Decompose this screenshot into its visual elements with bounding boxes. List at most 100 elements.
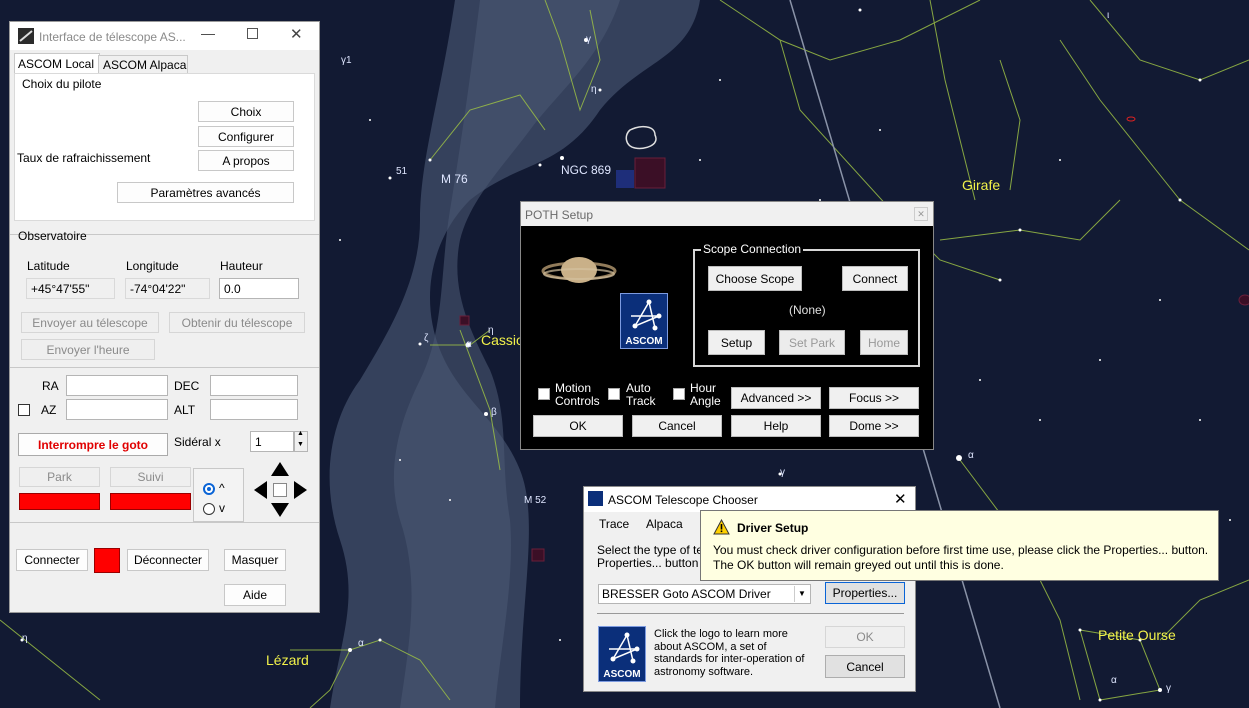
ascom-logo[interactable]: ASCOM bbox=[598, 626, 646, 682]
send-to-telescope-button[interactable]: Envoyer au télescope bbox=[21, 312, 159, 333]
refresh-rate-label: Taux de rafraichissement bbox=[17, 151, 151, 165]
tracking-status-indicator bbox=[110, 493, 191, 510]
get-from-telescope-button[interactable]: Obtenir du télescope bbox=[169, 312, 305, 333]
altaz-checkbox[interactable] bbox=[18, 404, 30, 416]
star-label: γ bbox=[586, 34, 591, 45]
move-north-arrow-icon[interactable] bbox=[271, 462, 289, 476]
maximize-icon[interactable] bbox=[247, 28, 258, 39]
poth-ok-button[interactable]: OK bbox=[533, 415, 623, 437]
divider bbox=[10, 522, 319, 523]
scope-connect-button[interactable]: Connect bbox=[842, 266, 908, 291]
divider bbox=[10, 367, 319, 368]
move-west-arrow-icon[interactable] bbox=[254, 481, 267, 499]
properties-button[interactable]: Properties... bbox=[825, 582, 905, 604]
connect-button[interactable]: Connecter bbox=[16, 549, 88, 571]
choose-scope-button[interactable]: Choose Scope bbox=[708, 266, 802, 291]
ascom-logo[interactable]: ASCOM bbox=[620, 293, 668, 349]
divider bbox=[597, 613, 904, 614]
minimize-icon[interactable]: — bbox=[201, 25, 215, 41]
alt-field[interactable] bbox=[210, 399, 298, 420]
advanced-settings-button[interactable]: Paramètres avancés bbox=[117, 182, 294, 203]
help-button[interactable]: Aide bbox=[224, 584, 286, 606]
poth-cancel-button[interactable]: Cancel bbox=[632, 415, 722, 437]
hour-angle-checkbox[interactable] bbox=[673, 388, 685, 400]
title-bar[interactable]: POTH Setup ✕ bbox=[521, 202, 933, 226]
altitude-field[interactable]: 0.0 bbox=[219, 278, 299, 299]
direction-group: ^ v bbox=[193, 468, 244, 522]
object-label-m76: M 76 bbox=[441, 172, 468, 186]
focus-button[interactable]: Focus >> bbox=[829, 387, 919, 409]
advanced-button[interactable]: Advanced >> bbox=[731, 387, 821, 409]
sidereal-spin-buttons[interactable]: ▲ ▼ bbox=[294, 430, 308, 452]
title-bar[interactable]: ASCOM Telescope Chooser ✕ bbox=[584, 487, 915, 512]
ra-field[interactable] bbox=[66, 375, 168, 396]
scope-name-text: (None) bbox=[789, 303, 826, 317]
close-icon[interactable]: ✕ bbox=[290, 25, 303, 43]
chevron-down-icon[interactable]: ▼ bbox=[794, 586, 809, 602]
send-time-button[interactable]: Envoyer l'heure bbox=[21, 339, 155, 360]
dome-button[interactable]: Dome >> bbox=[829, 415, 919, 437]
apropos-button[interactable]: A propos bbox=[198, 150, 294, 171]
set-park-button[interactable]: Set Park bbox=[779, 330, 845, 355]
window-title: ASCOM Telescope Chooser bbox=[608, 493, 758, 507]
move-south-arrow-icon[interactable] bbox=[271, 503, 289, 517]
sidereal-label: Sidéral x bbox=[174, 435, 221, 449]
constellation-label-lezard: Lézard bbox=[266, 652, 309, 668]
dso-marker bbox=[531, 548, 545, 562]
chooser-cancel-button[interactable]: Cancel bbox=[825, 655, 905, 678]
choix-button[interactable]: Choix bbox=[198, 101, 294, 122]
stop-slew-button[interactable] bbox=[273, 483, 287, 497]
ascom-app-icon bbox=[588, 491, 603, 506]
disconnect-button[interactable]: Déconnecter bbox=[127, 549, 209, 571]
tab-ascom-local[interactable]: ASCOM Local bbox=[14, 53, 100, 74]
park-button[interactable]: Park bbox=[19, 467, 100, 487]
ascom-logo-text: ASCOM bbox=[603, 669, 641, 680]
direction-up-radio[interactable] bbox=[203, 483, 215, 495]
close-icon[interactable]: ✕ bbox=[914, 207, 928, 221]
tab-ascom-alpaca[interactable]: ASCOM Alpaca bbox=[98, 55, 188, 74]
observatory-group-label: Observatoire bbox=[18, 229, 87, 243]
dec-field[interactable] bbox=[210, 375, 298, 396]
star-label: β bbox=[491, 407, 497, 418]
tab-label: ASCOM Alpaca bbox=[103, 58, 187, 72]
driver-select[interactable]: BRESSER Goto ASCOM Driver ▼ bbox=[598, 584, 811, 604]
abort-goto-button[interactable]: Interrompre le goto bbox=[18, 433, 168, 456]
suivi-button[interactable]: Suivi bbox=[110, 467, 191, 487]
motion-controls-checkbox[interactable] bbox=[538, 388, 550, 400]
star-label: γ1 bbox=[341, 55, 352, 66]
spin-down-icon[interactable]: ▼ bbox=[297, 441, 304, 448]
dso-marker bbox=[634, 157, 666, 189]
hide-button[interactable]: Masquer bbox=[224, 549, 286, 571]
object-label-m52: M 52 bbox=[524, 495, 547, 506]
menu-alpaca[interactable]: Alpaca bbox=[646, 517, 683, 531]
configurer-button[interactable]: Configurer bbox=[198, 126, 294, 147]
dso-marker bbox=[1238, 294, 1249, 306]
star-label: η bbox=[22, 633, 28, 644]
spin-up-icon[interactable]: ▲ bbox=[297, 430, 304, 437]
sidereal-stepper[interactable]: 1 bbox=[250, 431, 294, 452]
about-ascom-text: Click the logo to learn more about ASCOM… bbox=[654, 628, 805, 678]
star-label: γ bbox=[1166, 683, 1171, 694]
constellation-label-petite-ourse: Petite Ourse bbox=[1098, 627, 1176, 643]
az-label: AZ bbox=[41, 403, 57, 417]
ascom-star-icon bbox=[631, 299, 662, 331]
star-label: 51 bbox=[396, 166, 408, 177]
star-label: α bbox=[358, 638, 364, 649]
direction-down-radio[interactable] bbox=[203, 503, 215, 515]
chooser-ok-button[interactable]: OK bbox=[825, 626, 905, 648]
star-label: α bbox=[466, 339, 472, 350]
star-label: γ bbox=[780, 467, 785, 478]
az-field[interactable] bbox=[66, 399, 168, 420]
chooser-description-line1: Select the type of tele bbox=[597, 543, 713, 557]
longitude-field: -74°04'22" bbox=[125, 278, 210, 299]
scope-setup-button[interactable]: Setup bbox=[708, 330, 765, 355]
poth-help-button[interactable]: Help bbox=[731, 415, 821, 437]
close-icon[interactable]: ✕ bbox=[894, 490, 907, 508]
move-east-arrow-icon[interactable] bbox=[294, 481, 307, 499]
menu-trace[interactable]: Trace bbox=[599, 517, 629, 531]
star-label: η bbox=[488, 325, 494, 336]
home-button[interactable]: Home bbox=[860, 330, 908, 355]
auto-track-checkbox[interactable] bbox=[608, 388, 620, 400]
telescope-app-icon bbox=[18, 28, 34, 44]
title-bar[interactable]: Interface de télescope AS... — ✕ bbox=[10, 22, 319, 50]
